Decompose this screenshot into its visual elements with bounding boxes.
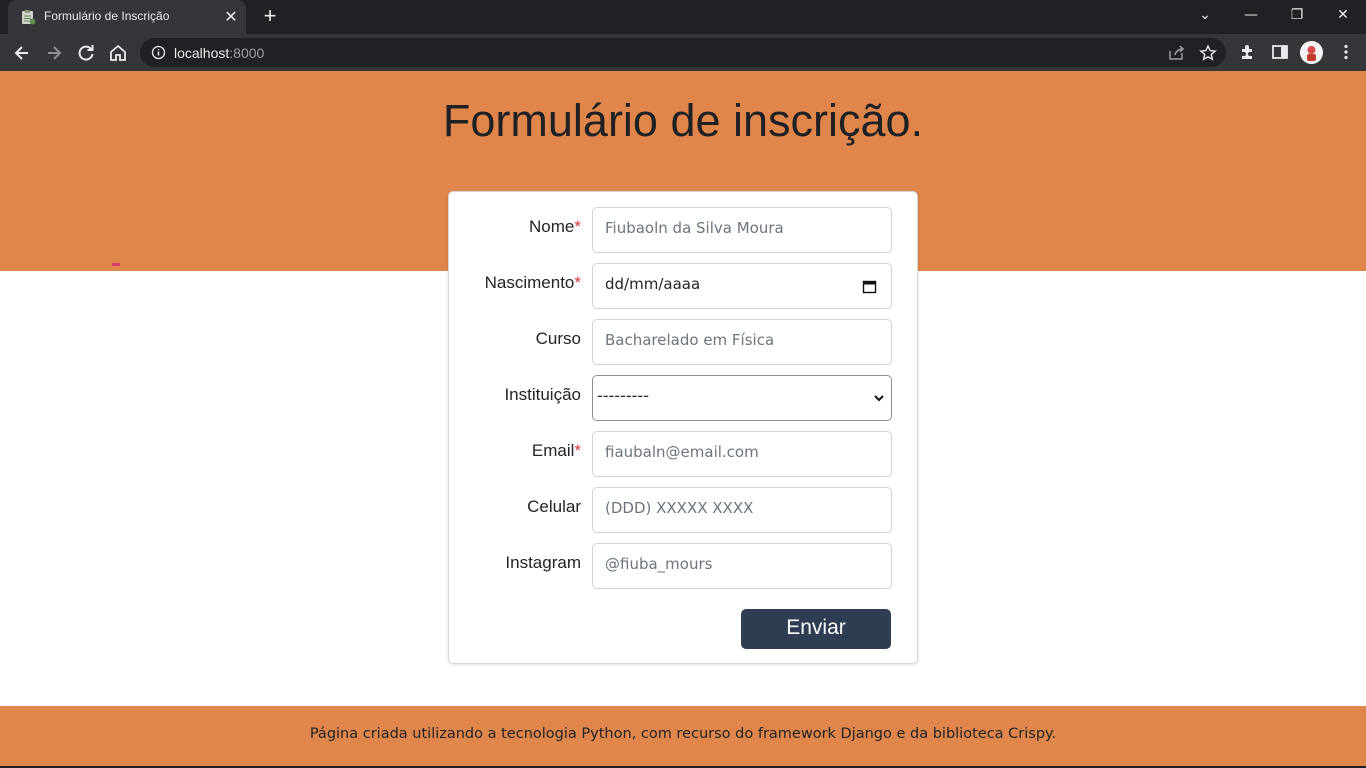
form-row-instagram: Instagram @fiuba_mours bbox=[449, 543, 919, 589]
address-bar[interactable]: localhost:8000 bbox=[140, 38, 1226, 67]
email-input[interactable]: fiaubaln@email.com bbox=[592, 431, 892, 477]
nascimento-label: Nascimento* bbox=[484, 273, 581, 292]
star-bookmark-icon[interactable] bbox=[1199, 44, 1217, 62]
form-row-instituicao: Instituição --------- bbox=[449, 375, 919, 421]
page-viewport: Formulário de inscrição. Nome* Fiubaoln … bbox=[0, 71, 1366, 768]
form-row-email: Email* fiaubaln@email.com bbox=[449, 431, 919, 477]
submit-button[interactable]: Enviar bbox=[741, 609, 891, 649]
tab-close-icon[interactable]: ✕ bbox=[222, 8, 240, 26]
email-label: Email* bbox=[531, 441, 581, 460]
nome-label: Nome* bbox=[529, 217, 581, 236]
footer-text: Página criada utilizando a tecnologia Py… bbox=[309, 726, 1057, 742]
instagram-label: Instagram bbox=[505, 553, 581, 572]
required-asterisk: * bbox=[574, 217, 581, 236]
curso-label: Curso bbox=[535, 329, 581, 348]
tab-search-button[interactable]: ⌄ bbox=[1182, 0, 1228, 30]
browser-toolbar: localhost:8000 bbox=[0, 34, 1366, 71]
extensions-puzzle-icon[interactable] bbox=[1238, 42, 1258, 62]
reload-icon[interactable] bbox=[72, 39, 100, 67]
chevron-down-icon bbox=[874, 395, 884, 402]
mouse-cursor-mark bbox=[112, 263, 120, 266]
curso-input[interactable]: Bacharelado em Física bbox=[592, 319, 892, 365]
celular-input[interactable]: (DDD) XXXXX XXXX bbox=[592, 487, 892, 533]
instagram-input[interactable]: @fiuba_mours bbox=[592, 543, 892, 589]
home-icon[interactable] bbox=[104, 39, 132, 67]
nome-input[interactable]: Fiubaoln da Silva Moura bbox=[592, 207, 892, 253]
form-row-nascimento: Nascimento* dd/mm/aaaa bbox=[449, 263, 919, 309]
clipboard-favicon-icon bbox=[22, 10, 36, 25]
close-window-button[interactable]: ✕ bbox=[1320, 0, 1366, 30]
celular-label: Celular bbox=[527, 497, 581, 516]
tab-strip: Formulário de Inscrição ✕ + ⌄ — ❐ ✕ bbox=[0, 0, 1366, 34]
avatar-icon bbox=[1300, 41, 1323, 64]
minimize-button[interactable]: — bbox=[1228, 0, 1274, 30]
select-value: --------- bbox=[597, 386, 649, 405]
form-row-nome: Nome* Fiubaoln da Silva Moura bbox=[449, 207, 919, 253]
restore-button[interactable]: ❐ bbox=[1274, 0, 1320, 30]
nascimento-date-input[interactable]: dd/mm/aaaa bbox=[592, 263, 892, 309]
registration-form: Nome* Fiubaoln da Silva Moura Nascimento… bbox=[448, 191, 918, 664]
profile-avatar[interactable] bbox=[1300, 41, 1323, 64]
form-row-celular: Celular (DDD) XXXXX XXXX bbox=[449, 487, 919, 533]
page-footer: Página criada utilizando a tecnologia Py… bbox=[0, 706, 1366, 768]
required-asterisk: * bbox=[574, 441, 581, 460]
forward-arrow-icon[interactable] bbox=[40, 39, 68, 67]
instituicao-label: Instituição bbox=[504, 385, 581, 404]
page-title: Formulário de inscrição. bbox=[442, 95, 924, 146]
instituicao-select[interactable]: --------- bbox=[592, 375, 892, 421]
tab-title: Formulário de Inscrição bbox=[44, 9, 170, 23]
required-asterisk: * bbox=[574, 273, 581, 292]
side-panel-icon[interactable] bbox=[1270, 42, 1290, 62]
url-text[interactable]: localhost:8000 bbox=[174, 45, 264, 61]
back-arrow-icon[interactable] bbox=[8, 39, 36, 67]
new-tab-button[interactable]: + bbox=[258, 5, 282, 29]
date-format-text: dd/mm/aaaa bbox=[605, 275, 701, 293]
form-row-curso: Curso Bacharelado em Física bbox=[449, 319, 919, 365]
share-icon[interactable] bbox=[1167, 44, 1185, 62]
browser-tab[interactable]: Formulário de Inscrição ✕ bbox=[8, 0, 246, 34]
info-icon[interactable] bbox=[151, 45, 166, 60]
menu-kebab-icon[interactable] bbox=[1336, 42, 1356, 62]
calendar-icon[interactable] bbox=[862, 279, 877, 294]
